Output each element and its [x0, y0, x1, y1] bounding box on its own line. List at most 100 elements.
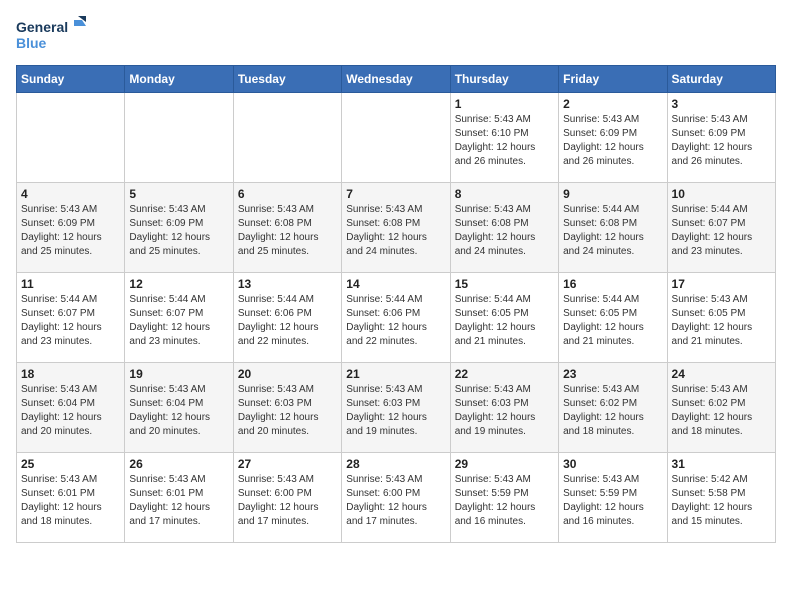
day-info: Sunrise: 5:43 AM Sunset: 5:59 PM Dayligh…	[455, 473, 554, 529]
calendar-cell: 3 Sunrise: 5:43 AM Sunset: 6:09 PM Daylig…	[667, 93, 775, 183]
calendar-cell: 22 Sunrise: 5:43 AM Sunset: 6:03 PM Dayli…	[450, 363, 558, 453]
calendar-cell: 21 Sunrise: 5:43 AM Sunset: 6:03 PM Dayli…	[342, 363, 450, 453]
calendar-cell: 18 Sunrise: 5:43 AM Sunset: 6:04 PM Dayli…	[17, 363, 125, 453]
day-number: 7	[346, 187, 445, 201]
day-number: 16	[563, 277, 662, 291]
calendar-cell: 12 Sunrise: 5:44 AM Sunset: 6:07 PM Dayli…	[125, 273, 233, 363]
calendar-cell: 8Sunrise: 5:43 AM Sunset: 6:08 PM Daylig…	[450, 183, 558, 273]
day-number: 6	[238, 187, 337, 201]
day-number: 26	[129, 457, 228, 471]
day-number: 23	[563, 367, 662, 381]
calendar-week-row: 18 Sunrise: 5:43 AM Sunset: 6:04 PM Dayli…	[17, 363, 776, 453]
calendar-week-row: 11 Sunrise: 5:44 AM Sunset: 6:07 PM Dayli…	[17, 273, 776, 363]
day-header-wednesday: Wednesday	[342, 66, 450, 93]
calendar-cell: 28Sunrise: 5:43 AM Sunset: 6:00 PM Dayli…	[342, 453, 450, 543]
day-number: 27	[238, 457, 337, 471]
calendar-cell: 7 Sunrise: 5:43 AM Sunset: 6:08 PM Daylig…	[342, 183, 450, 273]
calendar-cell: 13Sunrise: 5:44 AM Sunset: 6:06 PM Dayli…	[233, 273, 341, 363]
calendar-cell	[342, 93, 450, 183]
calendar-cell	[125, 93, 233, 183]
day-info: Sunrise: 5:43 AM Sunset: 6:09 PM Dayligh…	[21, 203, 120, 259]
day-info: Sunrise: 5:43 AM Sunset: 6:03 PM Dayligh…	[238, 383, 337, 439]
calendar-cell: 11 Sunrise: 5:44 AM Sunset: 6:07 PM Dayli…	[17, 273, 125, 363]
day-info: Sunrise: 5:43 AM Sunset: 6:03 PM Dayligh…	[346, 383, 445, 439]
day-header-sunday: Sunday	[17, 66, 125, 93]
day-number: 3	[672, 97, 771, 111]
day-info: Sunrise: 5:43 AM Sunset: 6:01 PM Dayligh…	[129, 473, 228, 529]
calendar-cell: 9Sunrise: 5:44 AM Sunset: 6:08 PM Daylig…	[559, 183, 667, 273]
day-number: 22	[455, 367, 554, 381]
day-info: Sunrise: 5:42 AM Sunset: 5:58 PM Dayligh…	[672, 473, 771, 529]
calendar-cell	[17, 93, 125, 183]
day-info: Sunrise: 5:43 AM Sunset: 6:01 PM Dayligh…	[21, 473, 120, 529]
day-header-tuesday: Tuesday	[233, 66, 341, 93]
calendar-week-row: 4Sunrise: 5:43 AM Sunset: 6:09 PM Daylig…	[17, 183, 776, 273]
day-number: 2	[563, 97, 662, 111]
calendar-cell: 20 Sunrise: 5:43 AM Sunset: 6:03 PM Dayli…	[233, 363, 341, 453]
calendar-cell: 14Sunrise: 5:44 AM Sunset: 6:06 PM Dayli…	[342, 273, 450, 363]
calendar-cell: 17 Sunrise: 5:43 AM Sunset: 6:05 PM Dayli…	[667, 273, 775, 363]
logo: General Blue	[16, 16, 86, 61]
calendar-cell: 25 Sunrise: 5:43 AM Sunset: 6:01 PM Dayli…	[17, 453, 125, 543]
day-number: 15	[455, 277, 554, 291]
page-header: General Blue	[16, 16, 776, 61]
day-info: Sunrise: 5:43 AM Sunset: 6:04 PM Dayligh…	[21, 383, 120, 439]
calendar-cell: 15Sunrise: 5:44 AM Sunset: 6:05 PM Dayli…	[450, 273, 558, 363]
svg-text:Blue: Blue	[16, 35, 47, 51]
calendar-cell: 2 Sunrise: 5:43 AM Sunset: 6:09 PM Daylig…	[559, 93, 667, 183]
day-info: Sunrise: 5:43 AM Sunset: 6:02 PM Dayligh…	[563, 383, 662, 439]
calendar-cell: 6Sunrise: 5:43 AM Sunset: 6:08 PM Daylig…	[233, 183, 341, 273]
day-info: Sunrise: 5:43 AM Sunset: 6:05 PM Dayligh…	[672, 293, 771, 349]
day-number: 18	[21, 367, 120, 381]
day-number: 20	[238, 367, 337, 381]
calendar-cell: 4Sunrise: 5:43 AM Sunset: 6:09 PM Daylig…	[17, 183, 125, 273]
day-info: Sunrise: 5:44 AM Sunset: 6:05 PM Dayligh…	[563, 293, 662, 349]
day-number: 11	[21, 277, 120, 291]
day-number: 12	[129, 277, 228, 291]
calendar-cell: 29 Sunrise: 5:43 AM Sunset: 5:59 PM Dayli…	[450, 453, 558, 543]
calendar-cell: 1 Sunrise: 5:43 AM Sunset: 6:10 PM Daylig…	[450, 93, 558, 183]
day-info: Sunrise: 5:43 AM Sunset: 6:09 PM Dayligh…	[672, 113, 771, 169]
day-header-monday: Monday	[125, 66, 233, 93]
calendar-week-row: 25 Sunrise: 5:43 AM Sunset: 6:01 PM Dayli…	[17, 453, 776, 543]
calendar-cell: 27Sunrise: 5:43 AM Sunset: 6:00 PM Dayli…	[233, 453, 341, 543]
day-number: 17	[672, 277, 771, 291]
day-info: Sunrise: 5:43 AM Sunset: 6:04 PM Dayligh…	[129, 383, 228, 439]
calendar-cell: 23 Sunrise: 5:43 AM Sunset: 6:02 PM Dayli…	[559, 363, 667, 453]
calendar-cell: 10 Sunrise: 5:44 AM Sunset: 6:07 PM Dayli…	[667, 183, 775, 273]
calendar-cell: 5Sunrise: 5:43 AM Sunset: 6:09 PM Daylig…	[125, 183, 233, 273]
calendar-week-row: 1 Sunrise: 5:43 AM Sunset: 6:10 PM Daylig…	[17, 93, 776, 183]
calendar-header-row: SundayMondayTuesdayWednesdayThursdayFrid…	[17, 66, 776, 93]
day-info: Sunrise: 5:44 AM Sunset: 6:07 PM Dayligh…	[672, 203, 771, 259]
day-number: 28	[346, 457, 445, 471]
calendar-cell: 30 Sunrise: 5:43 AM Sunset: 5:59 PM Dayli…	[559, 453, 667, 543]
day-number: 25	[21, 457, 120, 471]
calendar-cell: 31 Sunrise: 5:42 AM Sunset: 5:58 PM Dayli…	[667, 453, 775, 543]
day-info: Sunrise: 5:43 AM Sunset: 6:02 PM Dayligh…	[672, 383, 771, 439]
calendar-cell: 16 Sunrise: 5:44 AM Sunset: 6:05 PM Dayli…	[559, 273, 667, 363]
calendar-cell	[233, 93, 341, 183]
day-number: 30	[563, 457, 662, 471]
day-info: Sunrise: 5:43 AM Sunset: 5:59 PM Dayligh…	[563, 473, 662, 529]
day-info: Sunrise: 5:43 AM Sunset: 6:10 PM Dayligh…	[455, 113, 554, 169]
day-number: 13	[238, 277, 337, 291]
day-number: 29	[455, 457, 554, 471]
day-number: 19	[129, 367, 228, 381]
day-info: Sunrise: 5:43 AM Sunset: 6:09 PM Dayligh…	[563, 113, 662, 169]
calendar-table: SundayMondayTuesdayWednesdayThursdayFrid…	[16, 65, 776, 543]
calendar-cell: 19 Sunrise: 5:43 AM Sunset: 6:04 PM Dayli…	[125, 363, 233, 453]
day-info: Sunrise: 5:43 AM Sunset: 6:08 PM Dayligh…	[346, 203, 445, 259]
day-number: 10	[672, 187, 771, 201]
day-number: 8	[455, 187, 554, 201]
day-info: Sunrise: 5:44 AM Sunset: 6:06 PM Dayligh…	[346, 293, 445, 349]
day-info: Sunrise: 5:43 AM Sunset: 6:03 PM Dayligh…	[455, 383, 554, 439]
calendar-cell: 26 Sunrise: 5:43 AM Sunset: 6:01 PM Dayli…	[125, 453, 233, 543]
day-info: Sunrise: 5:44 AM Sunset: 6:07 PM Dayligh…	[129, 293, 228, 349]
calendar-cell: 24Sunrise: 5:43 AM Sunset: 6:02 PM Dayli…	[667, 363, 775, 453]
day-number: 21	[346, 367, 445, 381]
day-header-thursday: Thursday	[450, 66, 558, 93]
day-number: 31	[672, 457, 771, 471]
day-info: Sunrise: 5:44 AM Sunset: 6:08 PM Dayligh…	[563, 203, 662, 259]
day-number: 1	[455, 97, 554, 111]
day-info: Sunrise: 5:44 AM Sunset: 6:07 PM Dayligh…	[21, 293, 120, 349]
